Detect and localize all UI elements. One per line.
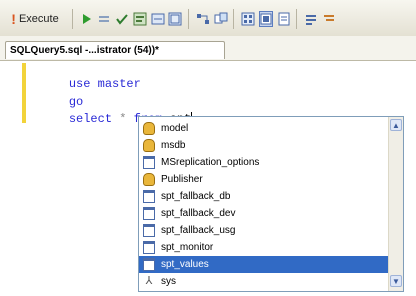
- star-operator: *: [119, 112, 127, 126]
- table-icon: [143, 241, 155, 254]
- comment-icon[interactable]: [277, 11, 291, 27]
- toolbar-separator: [296, 9, 297, 29]
- toolbar-separator: [188, 9, 189, 29]
- database-icon: [143, 173, 155, 186]
- query-editor[interactable]: use master go select * from spt model ms…: [0, 61, 416, 296]
- list-item-label: spt_monitor: [161, 242, 214, 253]
- list-item[interactable]: spt_fallback_db: [139, 188, 389, 205]
- database-icon: [143, 122, 155, 135]
- scroll-down-arrow-icon[interactable]: ▼: [390, 275, 402, 287]
- list-item-label: spt_values: [161, 259, 209, 270]
- tab-title: SQLQuery5.sql -...istrator (54))*: [10, 45, 159, 56]
- stop-icon[interactable]: [97, 11, 111, 27]
- toolbar-separator: [233, 9, 234, 29]
- uncomment-icon[interactable]: [304, 11, 318, 27]
- list-item-selected[interactable]: spt_values: [139, 256, 389, 273]
- query-toolbar: ! Execute: [0, 0, 416, 37]
- execute-icon: !: [11, 11, 16, 27]
- display-plan-icon[interactable]: [133, 11, 147, 27]
- list-item-label: spt_fallback_dev: [161, 208, 236, 219]
- tab-sqlquery5[interactable]: SQLQuery5.sql -...istrator (54))*: [5, 41, 225, 59]
- list-item-label: msdb: [161, 140, 186, 151]
- list-item-label: spt_fallback_usg: [161, 225, 236, 236]
- execute-label: Execute: [18, 13, 59, 25]
- table-icon: [143, 224, 155, 237]
- list-item-label: spt_fallback_db: [161, 191, 231, 202]
- list-item-label: MSreplication_options: [161, 157, 260, 168]
- scroll-up-arrow-icon[interactable]: ▲: [390, 119, 402, 131]
- results-grid-icon[interactable]: [168, 11, 182, 27]
- query-options-icon[interactable]: [151, 11, 165, 27]
- list-item[interactable]: spt_fallback_dev: [139, 205, 389, 222]
- parse-icon[interactable]: [115, 11, 129, 27]
- list-item[interactable]: MSreplication_options: [139, 154, 389, 171]
- list-item-label: sys: [161, 276, 176, 287]
- list-item[interactable]: msdb: [139, 137, 389, 154]
- run-icon[interactable]: [80, 11, 94, 27]
- identifier-master: master: [97, 77, 141, 91]
- list-item[interactable]: spt_fallback_usg: [139, 222, 389, 239]
- database-icon: [143, 139, 155, 152]
- results-file-icon[interactable]: [259, 11, 273, 27]
- execute-button[interactable]: ! Execute: [2, 11, 68, 27]
- list-item-label: model: [161, 123, 189, 134]
- toolbar-separator: [72, 9, 73, 29]
- object-explorer-icon[interactable]: [214, 11, 228, 27]
- changed-lines-marker: [22, 63, 26, 123]
- list-item-label: Publisher: [161, 174, 203, 185]
- document-tab-strip: SQLQuery5.sql -...istrator (54))*: [0, 36, 416, 61]
- schema-icon: ⅄: [145, 275, 153, 287]
- keyword-select: select: [68, 112, 113, 126]
- intellisense-list[interactable]: model msdb MSreplication_options Publish…: [138, 116, 404, 292]
- list-item[interactable]: spt_monitor: [139, 239, 389, 256]
- table-icon: [143, 156, 155, 169]
- table-icon: [143, 258, 155, 271]
- list-item[interactable]: ⅄ sys: [139, 273, 389, 290]
- results-text-icon[interactable]: [241, 11, 255, 27]
- indent-icon[interactable]: [196, 11, 210, 27]
- table-icon: [143, 207, 155, 220]
- list-item[interactable]: Publisher: [139, 171, 389, 188]
- table-icon: [143, 190, 155, 203]
- list-scrollbar[interactable]: ▲ ▼: [388, 117, 403, 291]
- decrease-indent-icon[interactable]: [322, 11, 336, 27]
- list-item[interactable]: model: [139, 120, 389, 137]
